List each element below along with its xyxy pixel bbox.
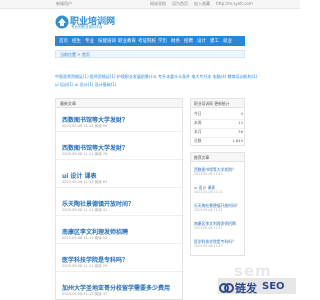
nav-item-jobs[interactable]: 招聘 [184, 38, 193, 44]
nav-item-skills[interactable]: 技能培训 [98, 38, 116, 44]
recommend-title: 推荐文章 [194, 155, 210, 160]
divider [56, 243, 184, 244]
stats-header: 职业培训网 更新统计 [191, 99, 244, 108]
nav-item-career[interactable]: 就业 [223, 38, 232, 44]
topbar-user-text: 新城用户 [56, 1, 72, 6]
article-meta: 2023-05-08 11:11 阅读 59 [62, 124, 108, 128]
article-title[interactable]: 加州大学圣地亚哥分校留学需要多少费用 [62, 283, 170, 292]
top-bar: 新城用户 网站导航 设为首页 加入收藏 http://m.syxlt.com [0, 0, 300, 9]
article-title[interactable]: ui 设计 课表 [62, 171, 97, 180]
watermark-bar: 链发 SEO [218, 278, 296, 295]
article-meta: 2023-05-08 11:11 阅读 29 [62, 264, 108, 268]
recommend-item-date: 2023-05-08 11:11 [194, 244, 223, 248]
divider [56, 159, 184, 160]
stats-key: 本周 [194, 120, 202, 125]
seo-watermark: sem 链发 SEO [218, 258, 298, 298]
topbar-link-nav[interactable]: 网站导航 [150, 1, 166, 7]
stats-value: 36 [238, 129, 243, 134]
article-title[interactable]: 南康区李文利理发师招聘 [62, 227, 128, 236]
nav-item-home[interactable]: 首页 [59, 38, 68, 44]
article-meta: 2023-05-08 11:11 阅读 52 [62, 236, 108, 240]
article-meta: 2023-05-08 11:11 阅读 41 [62, 208, 108, 212]
nav-item-degree[interactable]: 学历 [158, 38, 167, 44]
recommend-item-date: 2023-05-08 11:11 [194, 208, 223, 212]
article-list-title: 最新文章 [60, 101, 76, 106]
recommend-item-date: 2023-05-08 11:11 [194, 172, 223, 176]
divider [56, 131, 184, 132]
stats-key: 总数 [194, 138, 202, 143]
nav-item-cert[interactable]: 考证院校 [138, 38, 156, 44]
stats-row: 本月 36 [194, 128, 243, 136]
logo-slogan: 专业的职业培训平台 [71, 25, 103, 29]
nav-item-finance[interactable]: 财务 [171, 38, 180, 44]
stats-key: 本月 [194, 129, 202, 134]
stats-row: 今日 4 [194, 110, 243, 118]
stats-value: 1,645 [232, 138, 243, 143]
main-nav: 首页 招生 专业 技能培训 职业教育 考证院校 学历 财务 招聘 设计 建工 就… [55, 36, 245, 46]
tag-line[interactable]: ui 培训(1) ui 设计(1) 设计基础(1) [55, 82, 116, 88]
nav-item-enroll[interactable]: 招生 [72, 38, 81, 44]
site-logo[interactable]: 职业培训网 专业的职业培训平台 [55, 13, 115, 33]
nav-item-design[interactable]: 设计 [197, 38, 206, 44]
stats-row: 本周 12 [194, 119, 243, 127]
article-list-header: 最新文章 [56, 99, 182, 108]
article-list: 最新文章 西数图书馆等大学发财？ 2023-05-08 11:11 阅读 59 … [55, 98, 184, 300]
divider [56, 215, 184, 216]
stats-key: 今日 [194, 111, 202, 116]
recommend-item-date: 2023-05-08 11:11 [194, 226, 223, 230]
recommend-item-date: 2023-05-08 11:11 [194, 190, 223, 194]
tag-line[interactable]: 中医医师资格证(1) 医师资格证(1) 护理职业发展前景什么 专升本要什么条件 … [55, 74, 257, 80]
recommend-panel: 推荐文章 西数图书馆等大学发财？ 2023-05-08 11:11 ui 设计 … [190, 152, 245, 256]
watermark-link-icon [219, 283, 234, 293]
stats-panel: 职业培训网 更新统计 今日 4 本周 12 本月 36 总数 1,645 [190, 98, 245, 146]
breadcrumb-text[interactable]: 当前位置 > 首页 [60, 52, 90, 58]
article-meta: 2023-05-08 11:11 阅读 37 [62, 292, 108, 296]
article-title[interactable]: 西数图书馆等大学发财？ [62, 115, 128, 124]
watermark-en: SEO [262, 281, 285, 292]
recommend-header: 推荐文章 [191, 153, 244, 162]
logo-icon [55, 15, 69, 29]
article-meta: 2023-05-08 11:11 阅读 78 [62, 152, 108, 156]
topbar-domain: http://m.syxlt.com [216, 1, 253, 6]
nav-item-vocation[interactable]: 职业教育 [118, 38, 136, 44]
topbar-link-favorite[interactable]: 加入收藏 [194, 1, 210, 7]
nav-item-major[interactable]: 专业 [85, 38, 94, 44]
watermark-cn: 链发 [235, 282, 257, 295]
article-title[interactable]: 西数图书馆等大学发财？ [62, 143, 128, 152]
stats-title: 职业培训网 更新统计 [194, 101, 230, 106]
stats-row: 总数 1,645 [194, 137, 243, 145]
stats-value: 12 [238, 120, 243, 125]
stats-value: 4 [240, 111, 243, 116]
divider [56, 187, 184, 188]
topbar-link-home[interactable]: 设为首页 [172, 1, 188, 7]
nav-item-build[interactable]: 建工 [210, 38, 219, 44]
breadcrumb: 当前位置 > 首页 [55, 50, 245, 58]
article-title[interactable]: 乐天陶社景德镇开放时间？ [62, 199, 134, 208]
article-meta: 2023-05-08 11:11 阅读 83 [62, 180, 108, 184]
divider [56, 271, 184, 272]
article-title[interactable]: 医学科技学院是专科吗？ [62, 255, 128, 264]
